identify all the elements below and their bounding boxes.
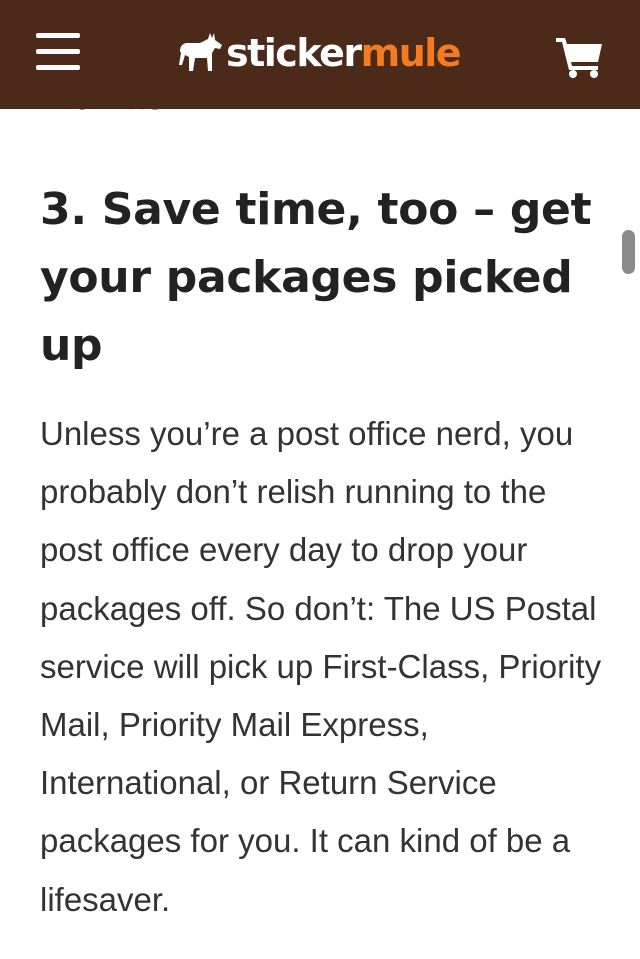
stickermule-logo[interactable]: stickermule	[178, 28, 462, 78]
article-heading: 3. Save time, too – get your packages pi…	[40, 184, 592, 371]
article-paragraph: Unless you’re a post office nerd, you pr…	[40, 415, 602, 918]
menu-bar-top	[36, 33, 80, 38]
logo-text-sticker: sticker	[226, 31, 362, 75]
menu-bar-middle	[36, 49, 80, 54]
shopping-cart-icon	[556, 38, 602, 78]
hamburger-menu-button[interactable]	[36, 33, 82, 73]
menu-bar-bottom	[36, 65, 80, 70]
mule-icon	[179, 33, 222, 71]
logo-wordmark: stickermule	[226, 31, 462, 75]
shopping-cart-button[interactable]	[556, 36, 604, 78]
logo-text-mule: mule	[360, 31, 462, 75]
site-header: stickermule	[0, 0, 640, 109]
scrollbar-thumb[interactable]	[622, 230, 635, 274]
